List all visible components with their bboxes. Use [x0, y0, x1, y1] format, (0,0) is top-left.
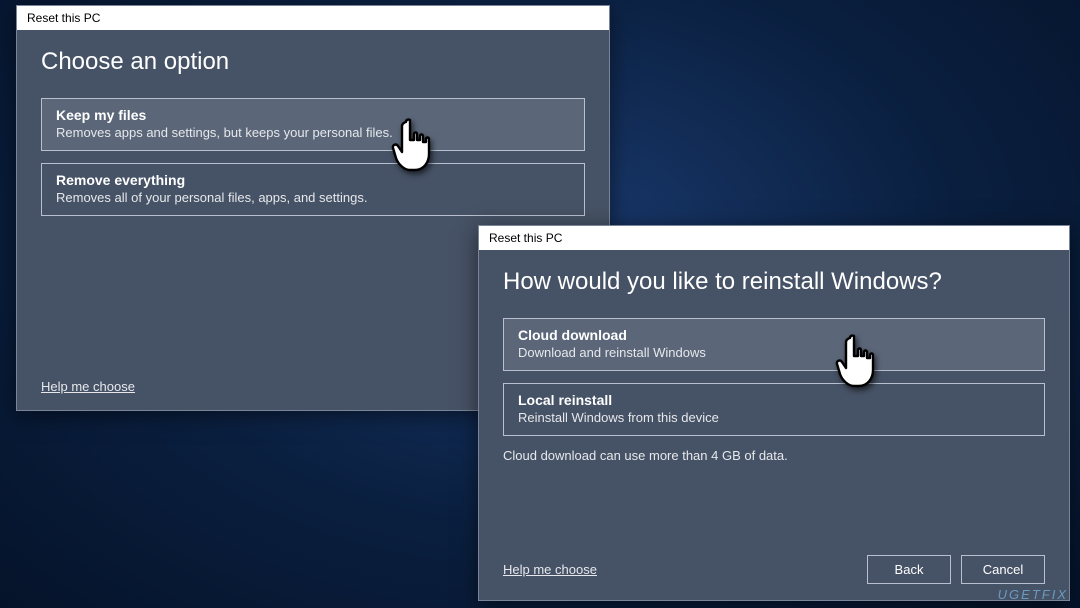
- help-me-choose-link[interactable]: Help me choose: [41, 379, 135, 394]
- option-local-reinstall[interactable]: Local reinstall Reinstall Windows from t…: [503, 383, 1045, 436]
- dialog-title: Reset this PC: [479, 226, 1069, 250]
- dialog-heading: How would you like to reinstall Windows?: [503, 268, 1045, 296]
- reset-pc-dialog-reinstall: Reset this PC How would you like to rein…: [478, 225, 1070, 601]
- dialog-title: Reset this PC: [17, 6, 609, 30]
- back-button[interactable]: Back: [867, 555, 951, 584]
- option-desc: Reinstall Windows from this device: [518, 410, 1030, 425]
- cloud-download-note: Cloud download can use more than 4 GB of…: [503, 448, 1045, 463]
- option-title: Local reinstall: [518, 392, 1030, 408]
- option-title: Keep my files: [56, 107, 570, 123]
- option-cloud-download[interactable]: Cloud download Download and reinstall Wi…: [503, 318, 1045, 371]
- option-desc: Removes all of your personal files, apps…: [56, 190, 570, 205]
- option-title: Cloud download: [518, 327, 1030, 343]
- option-desc: Removes apps and settings, but keeps you…: [56, 125, 570, 140]
- option-title: Remove everything: [56, 172, 570, 188]
- option-desc: Download and reinstall Windows: [518, 345, 1030, 360]
- cancel-button[interactable]: Cancel: [961, 555, 1045, 584]
- watermark: UGETFIX: [998, 587, 1068, 602]
- option-keep-my-files[interactable]: Keep my files Removes apps and settings,…: [41, 98, 585, 151]
- option-remove-everything[interactable]: Remove everything Removes all of your pe…: [41, 163, 585, 216]
- dialog-heading: Choose an option: [41, 48, 585, 76]
- help-me-choose-link[interactable]: Help me choose: [503, 562, 597, 577]
